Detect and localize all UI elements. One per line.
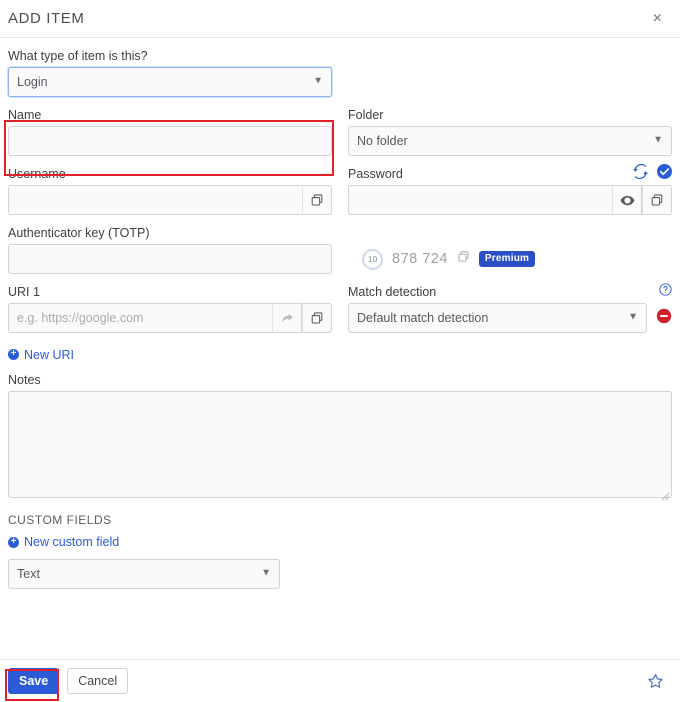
username-password-row: Username Password [8,163,672,225]
eye-icon[interactable] [612,185,642,215]
new-uri-label: New URI [24,347,75,362]
remove-circle-icon[interactable] [656,308,672,329]
cancel-button[interactable]: Cancel [67,668,129,694]
password-label: Password [348,167,403,181]
new-custom-field-label: New custom field [24,535,120,549]
name-label: Name [8,108,42,122]
username-input-group [8,185,332,215]
password-field: Password [348,163,672,215]
folder-col: Folder No folder ▼ [348,107,672,166]
item-type-select[interactable]: Login [8,67,332,97]
modal-header: ADD ITEM × [0,0,680,38]
folder-select-wrap: No folder ▼ [348,126,672,156]
username-col: Username [8,166,332,225]
name-folder-row: Name Folder No folder ▼ [8,107,672,166]
match-detection-select-wrap: Default match detection ▼ [348,303,647,333]
launch-icon[interactable] [272,303,302,333]
copy-password-icon[interactable] [642,185,672,215]
uri-field: URI 1 [8,284,332,333]
uri-input[interactable] [8,303,272,333]
premium-badge: Premium [478,251,536,267]
password-input[interactable] [348,185,612,215]
password-input-group [348,185,672,215]
name-input[interactable] [8,126,332,156]
uri-input-group [8,303,332,333]
notes-textarea-wrap [8,390,672,503]
generate-password-icon[interactable] [633,163,648,184]
custom-field-type-select-wrap: Text ▼ [8,559,280,589]
item-type-spacer [348,48,672,107]
item-type-row: What type of item is this? Login ▼ [8,48,672,107]
uri-match-row: URI 1 e.g. https://google.com + New URI … [8,283,672,372]
plus-icon: + [8,349,19,360]
copy-totp-icon[interactable] [457,250,470,268]
new-custom-field-button[interactable]: + New custom field [8,535,119,549]
copy-uri-icon[interactable] [302,303,332,333]
match-detection-label-row: Match detection [348,283,672,301]
modal-body: What type of item is this? Login ▼ Name [0,38,680,659]
username-label: Username [8,167,66,181]
uri-col: URI 1 e.g. https://google.com + New URI [8,284,332,372]
name-field: Name [8,107,332,156]
username-input[interactable] [8,185,302,215]
match-detection-field: Match detection Default match detection … [348,283,672,333]
match-detection-col: Match detection Default match detection … [348,283,672,372]
folder-field: Folder No folder ▼ [348,107,672,156]
new-uri-button[interactable]: + New URI [8,348,74,362]
item-type-field: What type of item is this? Login ▼ [8,48,332,97]
check-password-icon[interactable] [657,164,672,184]
match-detection-control-row: Default match detection ▼ [348,303,672,333]
name-col: Name [8,107,332,166]
folder-select[interactable]: No folder [348,126,672,156]
totp-field: Authenticator key (TOTP) [8,225,332,274]
page-title: ADD ITEM [8,10,85,27]
uri-label: URI 1 [8,285,40,299]
totp-display-col: 10 878 724 Premium [348,225,672,284]
custom-field-type-select[interactable]: Text [8,559,280,589]
password-label-row: Password [348,163,672,184]
notes-field: Notes [8,372,672,503]
totp-input[interactable] [8,244,332,274]
folder-label: Folder [348,108,384,122]
add-item-modal: ADD ITEM × What type of item is this? Lo… [0,0,680,702]
username-field: Username [8,166,332,215]
totp-display-field: 10 878 724 Premium [348,225,672,274]
match-detection-label: Match detection [348,285,437,299]
star-icon[interactable] [645,671,666,692]
totp-countdown-ring: 10 [362,248,383,270]
custom-fields-section-title: CUSTOM FIELDS [8,512,112,527]
totp-display-row: 10 878 724 Premium [348,244,672,274]
totp-row-wrap: Authenticator key (TOTP) 10 878 724 Prem… [8,225,672,284]
totp-display-spacer [348,225,672,241]
notes-textarea[interactable] [8,390,672,498]
item-type-label: What type of item is this? [8,49,148,63]
totp-code: 878 724 [392,251,448,267]
plus-icon: + [8,536,19,548]
item-type-col: What type of item is this? Login ▼ [8,48,332,107]
save-button[interactable]: Save [8,668,60,694]
match-detection-select[interactable]: Default match detection [348,303,647,333]
help-circle-icon[interactable] [659,283,672,301]
totp-col: Authenticator key (TOTP) [8,225,332,284]
close-icon[interactable]: × [649,9,666,29]
password-actions [633,163,672,184]
password-col: Password [348,163,672,225]
item-type-select-wrap: Login ▼ [8,67,332,97]
totp-label: Authenticator key (TOTP) [8,226,150,240]
copy-username-icon[interactable] [302,185,332,215]
modal-footer: Save Cancel [0,659,680,702]
notes-label: Notes [8,372,41,387]
